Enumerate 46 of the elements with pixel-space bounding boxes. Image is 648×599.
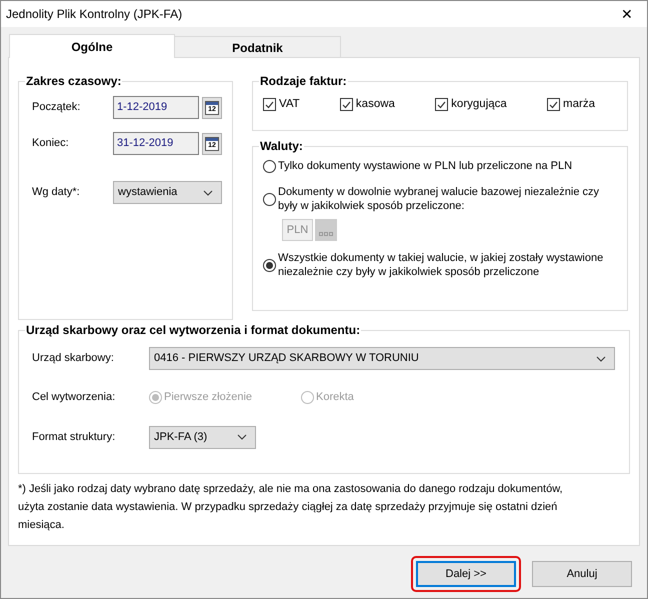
field-label: Wg daty*: xyxy=(31,185,81,200)
field-label: Format struktury: xyxy=(31,430,116,445)
chevron-down-icon xyxy=(596,356,606,362)
group-title: Zakres czasowy: xyxy=(25,73,122,90)
group-title: Urząd skarbowy oraz cel wytworzenia i format dokumentu: xyxy=(25,322,362,339)
dropdown[interactable]: wystawienia xyxy=(113,181,222,204)
radio-button[interactable] xyxy=(263,192,276,206)
checkbox[interactable] xyxy=(547,98,560,112)
checkbox-label: VAT xyxy=(279,97,300,112)
check-icon xyxy=(437,100,446,109)
group-title: Rodzaje faktur: xyxy=(259,73,348,90)
group-title: Waluty: xyxy=(259,138,304,155)
field-label: Początek: xyxy=(31,100,82,116)
check-icon xyxy=(549,100,558,109)
chevron-down-icon xyxy=(203,190,213,196)
radio-button[interactable] xyxy=(263,258,276,272)
dropdown[interactable]: JPK-FA (3) xyxy=(149,426,256,448)
checkbox[interactable] xyxy=(340,98,353,112)
check-icon xyxy=(342,100,351,109)
checkbox-label: kasowa xyxy=(356,97,395,112)
field-label: Cel wytworzenia: xyxy=(31,390,116,405)
footnote: *) Jeśli jako rodzaj daty wybrano datę sprzedaży, ale nie ma ona zastosowania do danego rodzaju dokumentów, użyta zostanie data wystawienia. W przypadku sprzedaży ciągłej za datę sprzedaży przyjmuje się ostatni dzień miesiąca. xyxy=(18,482,564,533)
dialog-button[interactable]: Anuluj xyxy=(532,561,632,587)
tab[interactable]: Ogólne xyxy=(9,34,175,58)
dialog-button[interactable]: Dalej >> xyxy=(416,561,516,587)
radio-label: Pierwsze złożenie xyxy=(164,390,252,405)
checkbox-label: marża xyxy=(563,97,595,112)
date-field[interactable]: 31-12-2019 xyxy=(113,132,199,155)
dots-icon xyxy=(319,232,333,236)
dropdown[interactable]: 0416 - PIERWSZY URZĄD SKARBOWY W TORUNIU xyxy=(149,347,615,370)
radio-label: Dokumenty w dowolnie wybranej walucie bazowej niezależnie czy były w jakikolwiek sposób przeliczone: xyxy=(278,185,600,213)
close-button[interactable]: ✕ xyxy=(607,1,647,27)
field-label: Koniec: xyxy=(31,136,70,152)
radio-label: Korekta xyxy=(316,390,354,405)
checkbox-label: korygująca xyxy=(451,97,507,112)
checkbox[interactable] xyxy=(263,98,276,112)
radio-label: Wszystkie dokumenty w takiej walucie, w jakiej zostały wystawione niezależnie czy były w jakikolwiek sposób przeliczone xyxy=(278,251,604,279)
window-title: Jednolity Plik Kontrolny (JPK-FA) xyxy=(5,6,182,23)
field-label: Urząd skarbowy: xyxy=(31,351,115,366)
check-icon xyxy=(265,100,274,109)
chevron-down-icon xyxy=(237,434,247,440)
date-field[interactable]: 1-12-2019 xyxy=(113,96,199,119)
checkbox[interactable] xyxy=(435,98,448,112)
radio-label: Tylko dokumenty wystawione w PLN lub przeliczone na PLN xyxy=(278,159,572,173)
radio-button[interactable] xyxy=(263,160,276,172)
tab[interactable]: Podatnik xyxy=(175,36,341,58)
